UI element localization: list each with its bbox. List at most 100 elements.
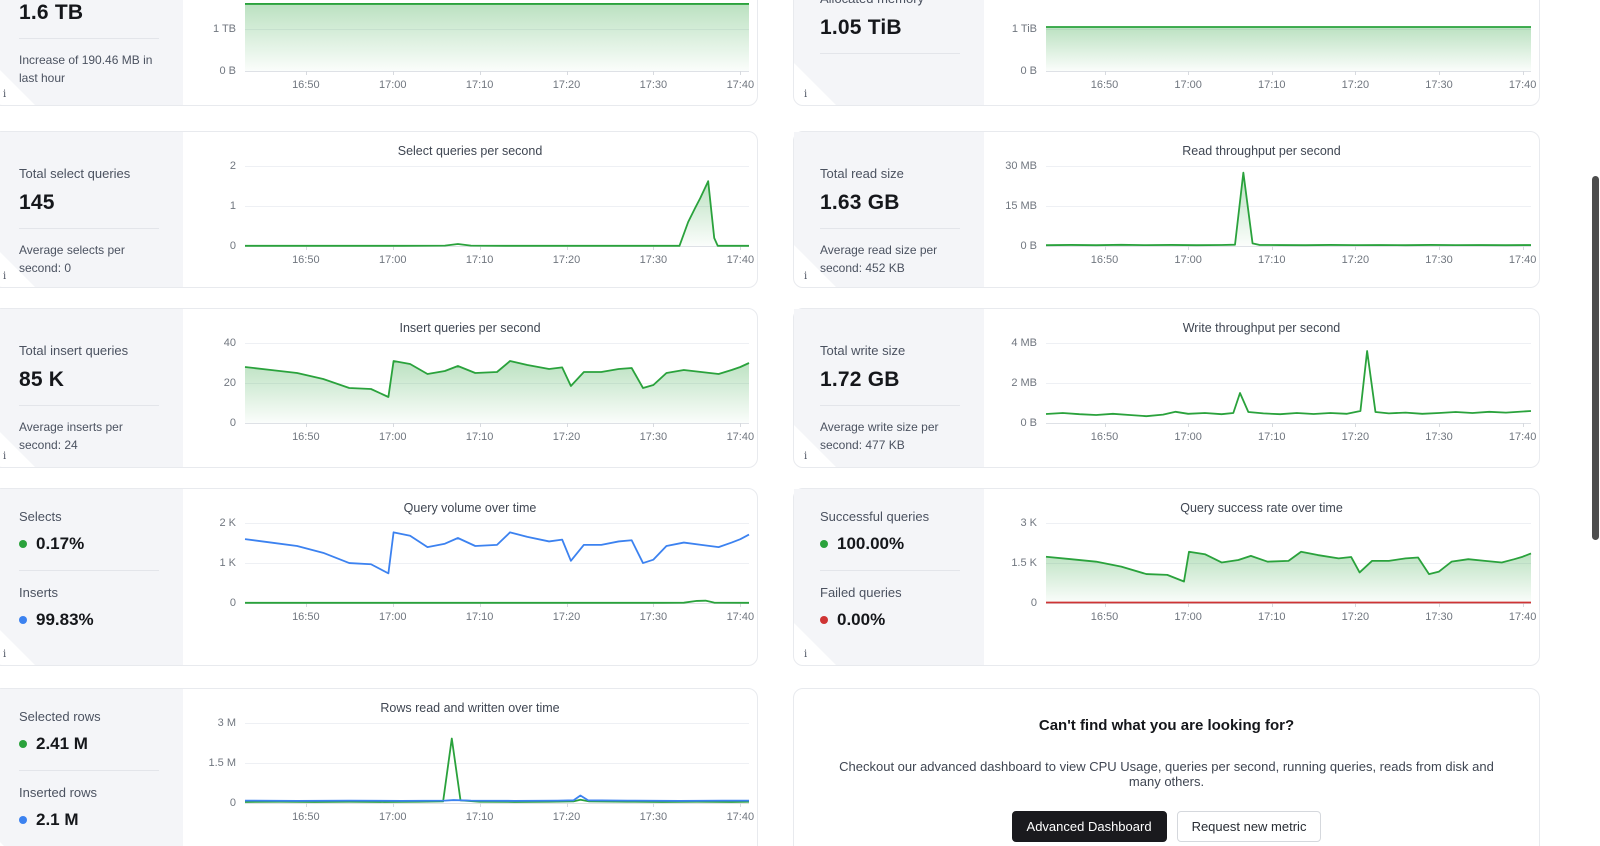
info-icon[interactable]: i [804, 451, 807, 462]
chart-plot[interactable]: 1 TiB 0 B 16:50 17:00 17:10 17:20 17:30 17:40 [1012, 0, 1537, 91]
legend-dot-icon [19, 616, 27, 624]
stat-entry-value-row: 2.1 M [19, 810, 163, 830]
stat-label: Total select queries [19, 166, 131, 181]
x-axis-label: 16:50 [1090, 254, 1119, 266]
stat-divider [19, 38, 159, 39]
y-axis-label: 1.5 M [208, 757, 236, 769]
x-axis-label: 17:10 [465, 611, 494, 623]
chart-title: Rows read and written over time [380, 701, 560, 715]
x-axis-label: 17:10 [465, 79, 494, 91]
chart-plot[interactable]: 40 20 0 16:50 17:00 17:10 17:20 17:30 17:40 [224, 335, 754, 443]
x-axis-label: 17:30 [639, 431, 668, 443]
x-axis-tick [1188, 246, 1190, 250]
dashboard-row: 1.6 TB Increase of 190.46 MB in last hour… [0, 0, 1540, 106]
chart-plot[interactable]: 1 TB 0 B 16:50 17:00 17:10 17:20 17:30 17:40 [213, 0, 754, 91]
x-axis-label: 17:40 [726, 811, 755, 823]
info-icon[interactable]: i [804, 89, 807, 100]
chart-plot[interactable]: 3 K 1.5 K 0 16:50 17:00 17:10 17:20 17:30 17:40 [1011, 515, 1536, 623]
chart-series-canvas [1046, 335, 1531, 423]
x-axis-tick [1438, 423, 1440, 427]
x-axis-tick [740, 423, 742, 427]
x-axis-tick [392, 803, 394, 807]
chart-title: Query success rate over time [1180, 501, 1343, 515]
x-axis-tick [479, 423, 481, 427]
stat-entry-label: Successful queries [820, 509, 930, 524]
y-axis-label: 0 [1030, 597, 1037, 609]
x-axis-label: 17:30 [639, 254, 668, 266]
x-axis-tick [740, 803, 742, 807]
chart-title: Write throughput per second [1182, 321, 1341, 335]
cta-title: Can't find what you are looking for? [1038, 717, 1295, 734]
x-axis-tick [1188, 71, 1190, 75]
info-icon[interactable]: i [3, 89, 6, 100]
card-read-size: Total read size 1.63 GB Average read size … [793, 131, 1540, 288]
chart-read-size: Read throughput per second 30 MB 15 MB 0 B 1… [984, 132, 1539, 287]
series-read-throughput [1046, 173, 1531, 246]
x-axis-label: 17:00 [378, 79, 407, 91]
card-query-success: Successful queries 100.00% Failed queries 0… [793, 488, 1540, 666]
chart-plot[interactable]: 30 MB 15 MB 0 B 16:50 17:00 17:10 17:20 17:30 17… [1005, 158, 1536, 266]
stat-entry-label: Selected rows [19, 709, 101, 724]
stat-divider [820, 570, 960, 571]
x-axis-label: 17:10 [1258, 254, 1286, 266]
gridline [245, 803, 749, 804]
info-icon[interactable]: i [3, 271, 6, 282]
chart-title: Read throughput per second [1182, 144, 1341, 158]
chart-series-canvas [245, 0, 749, 72]
y-axis-label: 1 TiB [1011, 23, 1037, 36]
y-axis-label: 0 [229, 417, 236, 429]
info-icon[interactable]: i [804, 649, 807, 660]
x-axis-label: 17:20 [1341, 79, 1370, 91]
chart-plot[interactable]: 4 MB 2 MB 0 B 16:50 17:00 17:10 17:20 17:30 17:4… [1011, 335, 1536, 443]
x-axis-label: 17:30 [1425, 611, 1453, 623]
info-icon[interactable]: i [3, 451, 6, 462]
card-disk-usage: 1.6 TB Increase of 190.46 MB in last hour… [0, 0, 758, 106]
chart-allocated-memory: 1 TiB 0 B 16:50 17:00 17:10 17:20 17:30 17:40 [984, 0, 1539, 105]
x-axis-label: 17:30 [639, 811, 668, 823]
dashboard-row: Selected rows2.41 MInserted rows2.1 MiRo… [0, 688, 1540, 846]
scrollbar-thumb[interactable] [1592, 176, 1599, 540]
stat-panel: Total insert queries 85 K Average inserts … [0, 309, 183, 467]
chart-title: Insert queries per second [399, 321, 541, 335]
x-axis-label: 17:00 [378, 611, 407, 623]
stat-panel: Total select queries 145 Average selects p… [0, 132, 183, 287]
x-axis-label: 17:20 [552, 431, 581, 443]
y-axis-label: 2 MB [1011, 377, 1037, 389]
chart-series-canvas [245, 158, 749, 246]
advanced-dashboard-button[interactable]: Advanced Dashboard [1011, 811, 1167, 842]
stat-panel: Total read size 1.63 GB Average read size … [794, 132, 984, 287]
stat-entry-value: 0.17% [36, 534, 85, 553]
chart-series-canvas [245, 335, 749, 423]
x-axis-label: 17:20 [552, 79, 581, 91]
stat-panel: Selects 0.17% Inserts 99.83% [0, 489, 183, 665]
y-axis-label: 0 B [219, 65, 236, 77]
x-axis-tick [653, 71, 655, 75]
chart-rows-read-written: Rows read and written over time 3 M 1.5 M 0… [183, 689, 757, 846]
x-axis-tick [1104, 246, 1106, 250]
request-new-metric-button[interactable]: Request new metric [1176, 811, 1322, 842]
card-cta: Can't find what you are looking for? Chec… [793, 688, 1540, 846]
x-axis-tick [479, 71, 481, 75]
x-axis-tick [1104, 423, 1106, 427]
stat-panel: Total write size 1.72 GB Average write siz… [794, 309, 984, 467]
x-axis-label: 16:50 [292, 254, 320, 266]
info-icon[interactable]: i [804, 271, 807, 282]
chart-plot[interactable]: 2 1 0 16:50 17:00 17:10 17:20 17:30 17:40 [230, 158, 754, 266]
chart-title: Query volume over time [403, 501, 537, 515]
chart-query-volume: Query volume over time 2 K 1 K 0 16:50 17:00 1… [183, 489, 757, 665]
x-axis-label: 17:20 [552, 254, 581, 266]
chart-plot[interactable]: 2 K 1 K 0 16:50 17:00 17:10 17:20 17:30 17:40 [219, 515, 754, 623]
chart-series-canvas [1046, 158, 1531, 246]
info-icon[interactable]: i [3, 649, 6, 660]
x-axis-label: 17:10 [465, 811, 494, 823]
stat-divider [19, 570, 159, 571]
card-query-volume: Selects 0.17% Inserts 99.83% i Query volume o… [0, 488, 758, 666]
stat-panel: Successful queries 100.00% Failed queries 0… [794, 489, 984, 665]
x-axis-label: 17:20 [1341, 431, 1370, 443]
x-axis-label: 17:20 [1341, 611, 1370, 623]
chart-plot[interactable]: 3 M 1.5 M 0 16:50 17:00 17:10 17:20 17:30 17:40 [208, 715, 754, 823]
x-axis-tick [653, 803, 655, 807]
x-axis-label: 16:50 [292, 79, 320, 91]
stat-value: 1.05 TiB [820, 16, 902, 39]
x-axis-label: 17:10 [1258, 431, 1286, 443]
